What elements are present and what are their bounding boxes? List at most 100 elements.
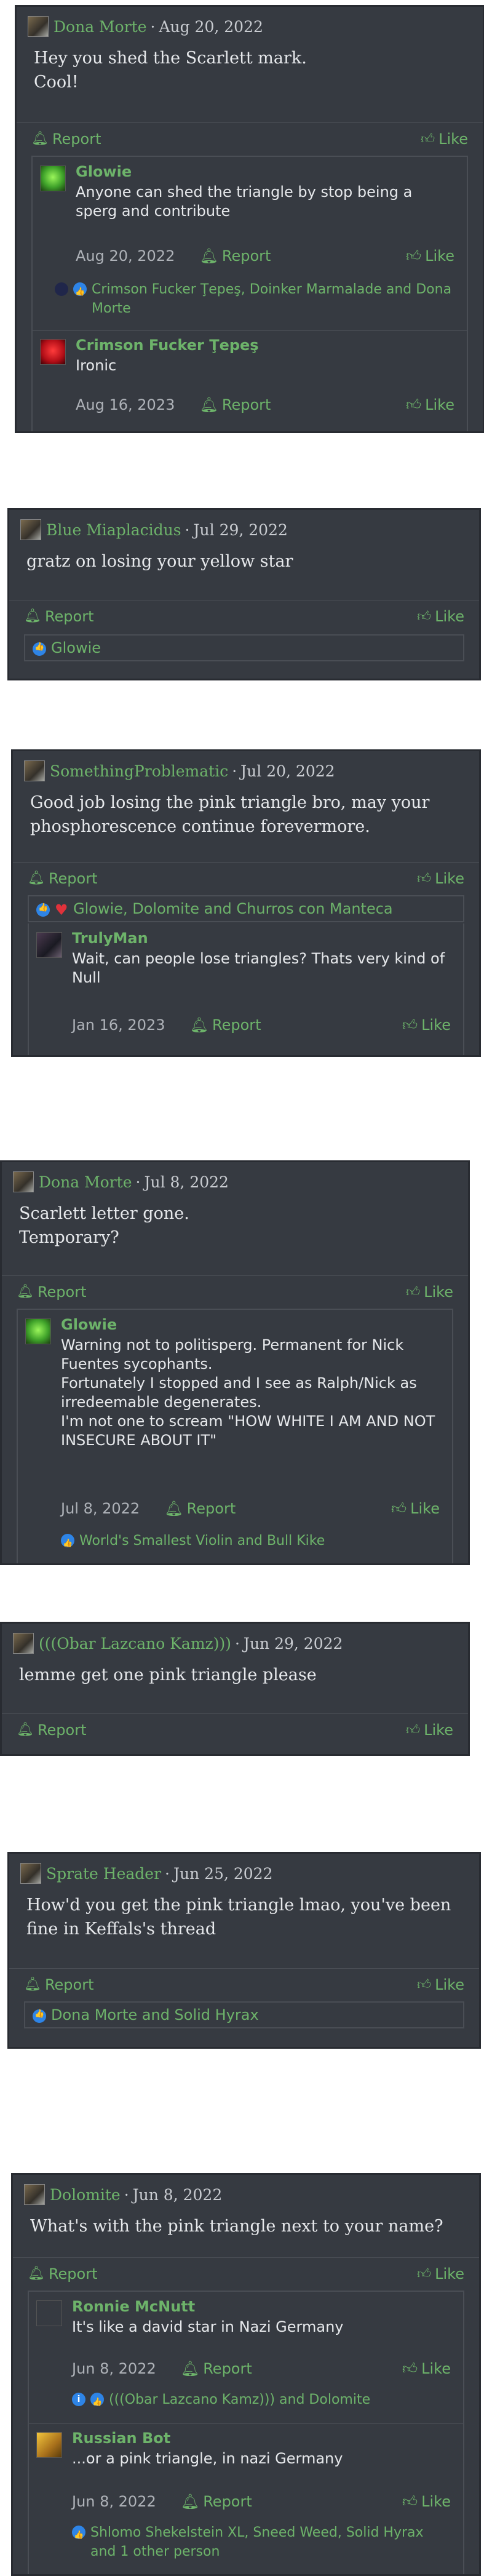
avatar[interactable] [36, 2300, 62, 2326]
comment-text: Wait, can people lose triangles? Thats v… [72, 950, 445, 986]
comment-author[interactable]: TrulyMan [72, 930, 148, 947]
report-button[interactable]: 🔔︎ Report [17, 1283, 87, 1301]
post-actions: 🔔︎ Report 👍︎ Like [9, 1968, 479, 2000]
like-button[interactable]: 👍︎ Like [417, 870, 464, 887]
post-actions: 🔔︎ Report 👍︎ Like [13, 2257, 479, 2289]
reactions-summary[interactable]: ♥ Glowie, Dolomite and Churros con Mante… [28, 895, 464, 922]
like-label: Like [425, 247, 454, 265]
post-author[interactable]: Sprate Header [46, 1865, 161, 1883]
like-button[interactable]: 👍︎ Like [402, 1016, 451, 1034]
comments-list: Glowie Warning not to politisperg. Perma… [17, 1309, 453, 1563]
post-date[interactable]: Jun 29, 2022 [244, 1635, 343, 1653]
avatar[interactable] [13, 1633, 34, 1654]
comment-author[interactable]: Glowie [76, 163, 132, 180]
post-date[interactable]: Jun 25, 2022 [173, 1865, 273, 1883]
avatar[interactable] [40, 339, 66, 365]
reactions-summary[interactable]: i (((Obar Lazcano Kamz))) and Dolomite [72, 2390, 451, 2412]
like-label: Like [435, 2265, 464, 2283]
like-button[interactable]: 👍︎ Like [406, 1283, 453, 1301]
comment-date[interactable]: Jun 8, 2022 [72, 2493, 156, 2510]
comment-meta: Jun 8, 2022 🔔︎ Report 👍︎ Like [72, 2358, 451, 2379]
profile-post: SomethingProblematic · Jul 20, 2022 Good… [11, 749, 481, 1057]
report-button[interactable]: 🔔︎ Report [181, 2360, 252, 2377]
like-button[interactable]: 👍︎ Like [417, 608, 464, 625]
avatar[interactable] [36, 932, 62, 958]
reactions-summary[interactable]: Glowie [24, 634, 464, 661]
post-author[interactable]: SomethingProblematic [50, 762, 228, 780]
post-author[interactable]: (((Obar Lazcano Kamz))) [39, 1635, 231, 1653]
post-text: Good job losing the pink triangle bro, m… [30, 793, 430, 836]
post-date[interactable]: Jul 8, 2022 [144, 1173, 229, 1191]
report-button[interactable]: 🔔︎ Report [199, 396, 271, 413]
report-label: Report [52, 130, 101, 148]
like-button[interactable]: 👍︎ Like [402, 2360, 451, 2378]
post-date[interactable]: Jul 20, 2022 [240, 762, 335, 780]
profile-post: Sprate Header · Jun 25, 2022 How'd you g… [7, 1852, 481, 2049]
report-button[interactable]: 🔔︎ Report [181, 2493, 252, 2510]
comment-date[interactable]: Aug 16, 2023 [76, 396, 175, 413]
like-button[interactable]: 👍︎ Like [391, 1500, 440, 1518]
like-button[interactable]: 👍︎ Like [406, 1721, 453, 1739]
post-text: gratz on losing your yellow star [26, 552, 293, 571]
post-author[interactable]: Dona Morte [54, 18, 147, 36]
post-date[interactable]: Jun 8, 2022 [133, 2186, 223, 2204]
report-button[interactable]: 🔔︎ Report [199, 247, 271, 265]
comment-date[interactable]: Jun 8, 2022 [72, 2360, 156, 2377]
report-button[interactable]: 🔔︎ Report [190, 1016, 261, 1034]
post-author[interactable]: Dona Morte [39, 1173, 132, 1191]
comment-author[interactable]: Glowie [61, 1316, 117, 1333]
comment-date[interactable]: Jan 16, 2023 [72, 1016, 165, 1034]
reactions-summary[interactable]: Dona Morte and Solid Hyrax [24, 2001, 464, 2028]
thumbs-up-icon: 👍︎ [417, 1977, 432, 1993]
report-label: Report [37, 1283, 87, 1301]
avatar[interactable] [25, 1318, 51, 1344]
report-label: Report [44, 1976, 94, 1993]
comment: Russian Bot ...or a pink triangle, in na… [29, 2423, 463, 2574]
report-button[interactable]: 🔔︎ Report [28, 870, 98, 887]
report-button[interactable]: 🔔︎ Report [17, 1721, 87, 1739]
like-button[interactable]: 👍︎ Like [421, 130, 468, 148]
report-button[interactable]: 🔔︎ Report [24, 608, 94, 625]
post-header: Sprate Header · Jun 25, 2022 [9, 1854, 479, 1893]
like-label: Like [421, 2493, 451, 2510]
avatar[interactable] [13, 1171, 34, 1192]
avatar[interactable] [40, 165, 66, 191]
separator: · [165, 1864, 170, 1883]
comment-author[interactable]: Crimson Fucker Ţepeş [76, 337, 259, 354]
like-reaction-icon [61, 1534, 74, 1553]
comment-date[interactable]: Aug 20, 2022 [76, 247, 175, 265]
avatar[interactable] [20, 1863, 41, 1884]
comments-list: Ronnie McNutt It's like a david star in … [28, 2291, 464, 2574]
comments-list: TrulyMan Wait, can people lose triangles… [28, 923, 464, 1055]
comment-author[interactable]: Ronnie McNutt [72, 2298, 195, 2315]
avatar[interactable] [28, 16, 49, 37]
report-label: Report [203, 2360, 252, 2377]
avatar[interactable] [20, 519, 41, 540]
like-button[interactable]: 👍︎ Like [406, 396, 454, 414]
comment-author[interactable]: Russian Bot [72, 2430, 170, 2447]
post-date[interactable]: Jul 29, 2022 [194, 521, 288, 539]
report-button[interactable]: 🔔︎ Report [164, 1500, 236, 1517]
separator: · [184, 520, 190, 539]
post-actions: 🔔︎ Report 👍︎ Like [17, 122, 483, 154]
report-button[interactable]: 🔔︎ Report [31, 130, 101, 148]
avatar[interactable] [24, 2184, 45, 2205]
post-date[interactable]: Aug 20, 2022 [159, 18, 263, 36]
report-button[interactable]: 🔔︎ Report [24, 1976, 94, 1993]
reactions-summary[interactable]: Shlomo Shekelstein XL, Sneed Weed, Solid… [72, 2523, 451, 2561]
like-button[interactable]: 👍︎ Like [402, 2493, 451, 2511]
reactions-summary[interactable]: World's Smallest Violin and Bull Kike [61, 1531, 440, 1553]
report-button[interactable]: 🔔︎ Report [28, 2265, 98, 2283]
reactions-summary[interactable]: Crimson Fucker Ţepeş, Doinker Marmalade … [55, 280, 454, 318]
post-author[interactable]: Dolomite [50, 2186, 121, 2204]
avatar[interactable] [36, 2432, 62, 2458]
comment-date[interactable]: Jul 8, 2022 [61, 1500, 140, 1517]
like-button[interactable]: 👍︎ Like [417, 2265, 464, 2283]
like-button[interactable]: 👍︎ Like [406, 247, 454, 265]
like-button[interactable]: 👍︎ Like [417, 1976, 464, 1993]
comment-meta: Jan 16, 2023 🔔︎ Report 👍︎ Like [72, 1015, 451, 1035]
post-author[interactable]: Blue Miaplacidus [46, 521, 181, 539]
avatar[interactable] [24, 760, 45, 781]
post-header: Dona Morte · Jul 8, 2022 [2, 1162, 468, 1202]
like-reaction-icon [90, 2393, 104, 2412]
